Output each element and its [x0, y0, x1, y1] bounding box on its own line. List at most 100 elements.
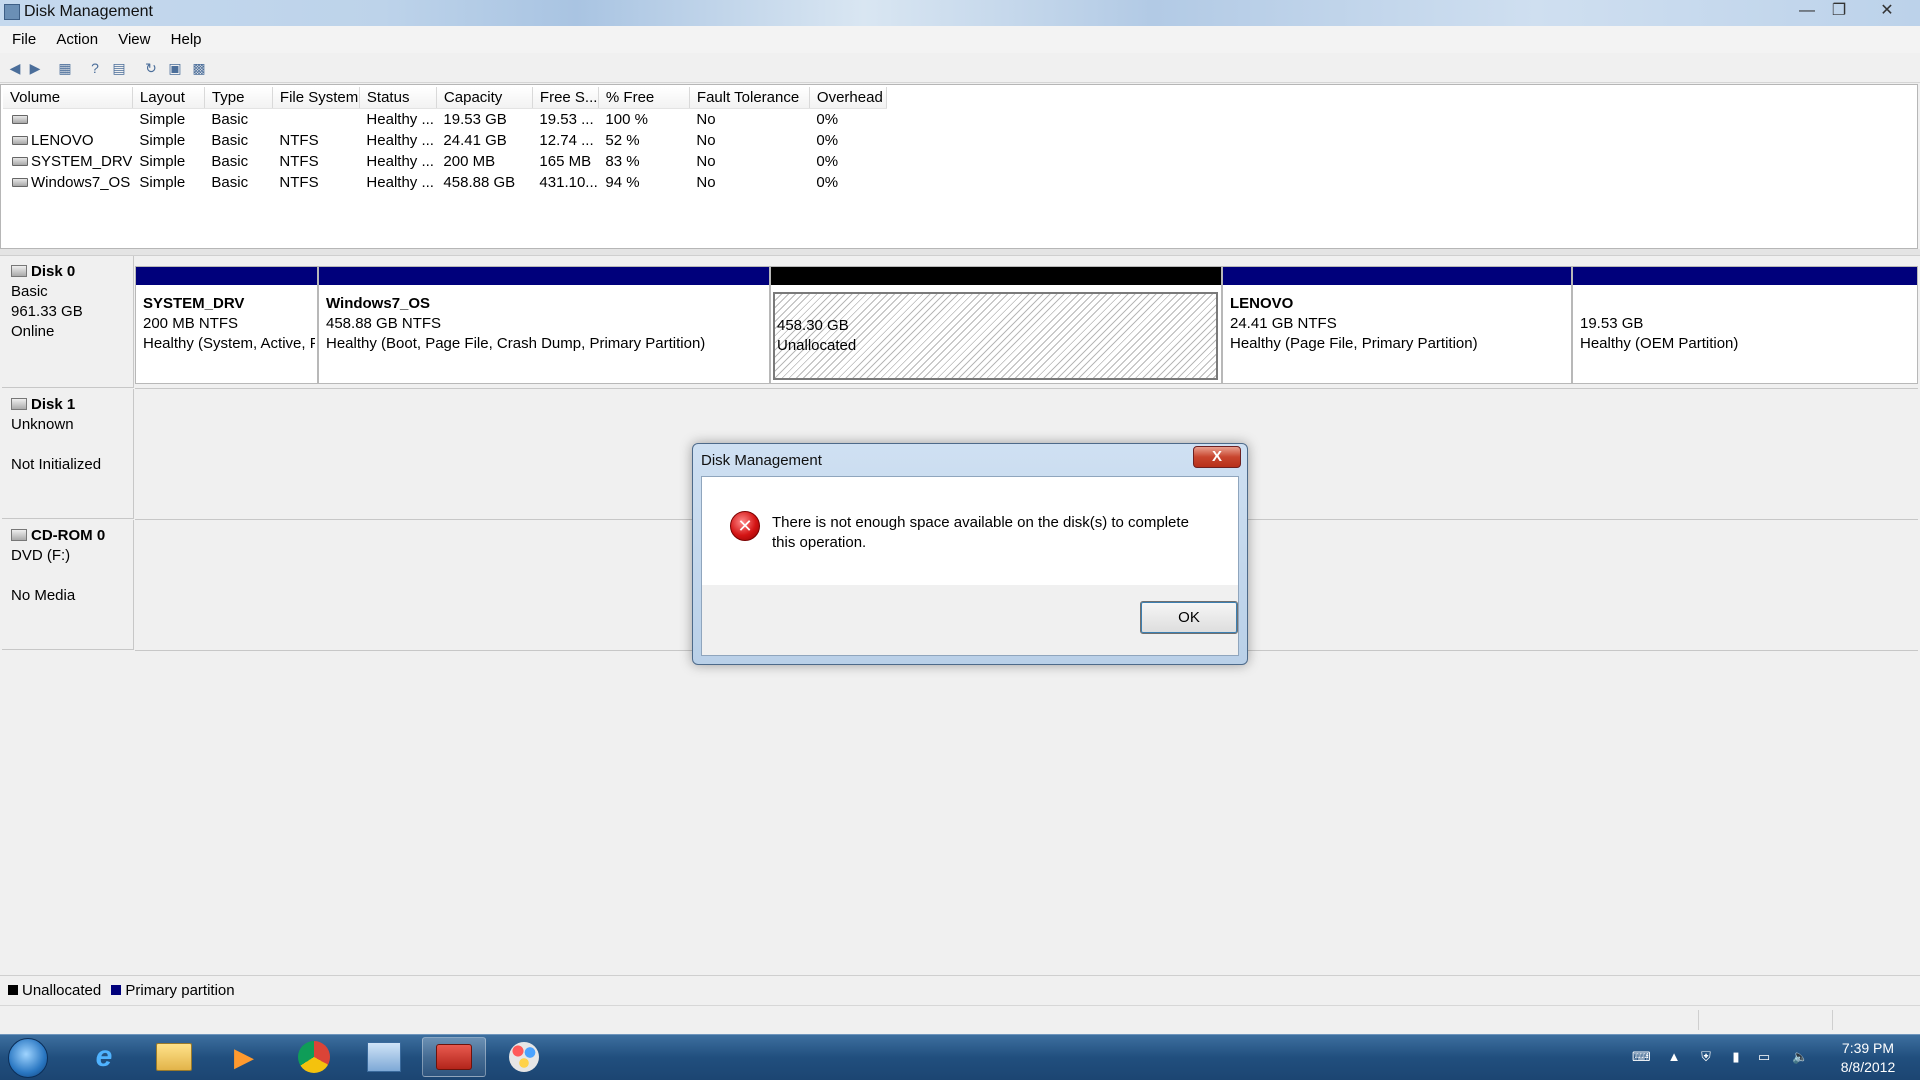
- taskbar-paint[interactable]: [492, 1037, 556, 1077]
- file-system-cell: NTFS: [279, 174, 319, 191]
- dialog-close-button[interactable]: X: [1193, 446, 1241, 468]
- col-fault-tolerance[interactable]: Fault Tolerance: [689, 87, 810, 109]
- col-file-system[interactable]: File System: [272, 87, 360, 109]
- partition-unallocated[interactable]: 458.30 GB Unallocated: [770, 266, 1222, 384]
- network-signal-icon[interactable]: [1762, 1049, 1778, 1065]
- capacity-cell: 19.53 GB: [443, 111, 507, 128]
- properties-icon[interactable]: ▤: [110, 59, 128, 77]
- help-icon[interactable]: ?: [86, 59, 104, 77]
- disk-name: CD-ROM 0: [31, 527, 106, 544]
- disk-0-label[interactable]: Disk 0 Basic 961.33 GB Online: [2, 256, 134, 388]
- disk-1-label[interactable]: Disk 1 Unknown Not Initialized: [2, 389, 134, 519]
- disk-type: Basic: [11, 283, 48, 300]
- taskbar-file-explorer[interactable]: [142, 1037, 206, 1077]
- taskbar-chrome[interactable]: [282, 1037, 346, 1077]
- rescan-disks-icon[interactable]: ▣: [166, 59, 184, 77]
- forward-arrow-icon[interactable]: ▶: [26, 59, 44, 77]
- volume-table: Volume Layout Type File System Status Ca…: [3, 87, 887, 193]
- settings-icon[interactable]: ▩: [190, 59, 208, 77]
- col-status[interactable]: Status: [359, 87, 437, 109]
- partition-system-drv[interactable]: SYSTEM_DRV 200 MB NTFS Healthy (System, …: [135, 266, 318, 384]
- dialog-title: Disk Management: [701, 452, 822, 469]
- table-row[interactable]: Windows7_OS Simple Basic NTFS Healthy ..…: [3, 172, 886, 193]
- power-plug-icon[interactable]: ▮: [1728, 1049, 1744, 1065]
- col-capacity[interactable]: Capacity: [436, 87, 533, 109]
- refresh-icon[interactable]: ↻: [142, 59, 160, 77]
- menu-view[interactable]: View: [110, 26, 158, 53]
- taskbar-internet-explorer[interactable]: e: [72, 1037, 136, 1077]
- drive-icon: [12, 136, 28, 145]
- volume-list[interactable]: Volume Layout Type File System Status Ca…: [0, 84, 1918, 249]
- dialog-message-area: ✕ There is not enough space available on…: [702, 477, 1238, 585]
- disk-type: Unknown: [11, 416, 74, 433]
- computer-management-icon: [367, 1042, 401, 1072]
- volume-name: SYSTEM_DRV: [31, 153, 133, 170]
- partition-status: Healthy (Page File, Primary Partition): [1230, 335, 1478, 352]
- capacity-cell: 200 MB: [443, 153, 496, 170]
- col-free-space[interactable]: Free S...: [532, 87, 599, 109]
- close-button[interactable]: ✕: [1870, 0, 1904, 22]
- menu-bar: File Action View Help: [0, 26, 1920, 53]
- type-cell: Basic: [211, 132, 249, 149]
- folder-icon: [156, 1043, 192, 1071]
- toolbar: ◀ ▶ ▦ ? ▤ ↻ ▣ ▩: [0, 53, 1920, 83]
- table-row[interactable]: LENOVO Simple Basic NTFS Healthy ... 24.…: [3, 130, 886, 151]
- legend: Unallocated Primary partition: [0, 975, 1920, 1006]
- table-row[interactable]: Simple Basic Healthy ... 19.53 GB 19.53 …: [3, 109, 886, 131]
- col-overhead[interactable]: Overhead: [809, 87, 887, 109]
- show-hidden-icons-icon[interactable]: ▲: [1666, 1049, 1682, 1065]
- legend-unallocated: Unallocated: [22, 982, 102, 999]
- taskbar-media-player[interactable]: ▶: [212, 1037, 276, 1077]
- pane-splitter[interactable]: [0, 249, 1920, 256]
- volume-speaker-icon[interactable]: 🔈: [1792, 1049, 1808, 1065]
- free-space-cell: 431.10...: [539, 174, 598, 191]
- fault-tolerance-cell: No: [696, 111, 716, 128]
- partition-name: [1580, 294, 1915, 314]
- disk-size: 961.33 GB: [11, 303, 83, 320]
- capacity-cell: 24.41 GB: [443, 132, 507, 149]
- percent-free-cell: 52 %: [605, 132, 640, 149]
- start-button[interactable]: [8, 1038, 48, 1078]
- menu-help[interactable]: Help: [163, 26, 210, 53]
- keyboard-tray-icon[interactable]: ⌨: [1632, 1049, 1651, 1065]
- clock[interactable]: 7:39 PM 8/8/2012: [1826, 1039, 1910, 1077]
- cdrom-0-label[interactable]: CD-ROM 0 DVD (F:) No Media: [2, 520, 134, 650]
- back-arrow-icon[interactable]: ◀: [6, 59, 24, 77]
- col-layout[interactable]: Layout: [132, 87, 205, 109]
- menu-action[interactable]: Action: [48, 26, 106, 53]
- ok-button[interactable]: OK: [1140, 601, 1238, 634]
- partition-lenovo[interactable]: LENOVO 24.41 GB NTFS Healthy (Page File,…: [1222, 266, 1572, 384]
- fault-tolerance-cell: No: [696, 132, 716, 149]
- col-type[interactable]: Type: [204, 87, 273, 109]
- status-cell: Healthy ...: [366, 111, 434, 128]
- disk-status: No Media: [11, 587, 76, 604]
- layout-cell: Simple: [139, 111, 186, 128]
- partition-status: Healthy (System, Active, Primary Partiti…: [143, 335, 315, 352]
- partition-status: Healthy (OEM Partition): [1580, 335, 1739, 352]
- media-player-icon: ▶: [234, 1041, 254, 1072]
- primary-partition-bar: [1223, 267, 1571, 285]
- menu-file[interactable]: File: [4, 26, 44, 53]
- taskbar-computer-management[interactable]: [352, 1037, 416, 1077]
- disk-name: Disk 0: [31, 263, 76, 280]
- col-percent-free[interactable]: % Free: [598, 87, 690, 109]
- title-bar[interactable]: Disk Management — ❐ ✕: [0, 0, 1920, 26]
- security-shield-icon[interactable]: ⛨: [1698, 1049, 1714, 1065]
- overhead-cell: 0%: [816, 174, 839, 191]
- show-hide-console-tree-icon[interactable]: ▦: [56, 59, 74, 77]
- partition-oem[interactable]: 19.53 GB Healthy (OEM Partition): [1572, 266, 1918, 384]
- minimize-button[interactable]: —: [1790, 0, 1824, 22]
- status-cell: Healthy ...: [366, 174, 434, 191]
- partition-windows7-os[interactable]: Windows7_OS 458.88 GB NTFS Healthy (Boot…: [318, 266, 770, 384]
- percent-free-cell: 83 %: [605, 153, 640, 170]
- volume-name: LENOVO: [31, 132, 94, 149]
- file-system-cell: NTFS: [279, 153, 319, 170]
- error-icon: ✕: [730, 511, 760, 541]
- maximize-button[interactable]: ❐: [1822, 0, 1856, 22]
- partition-name: [777, 296, 1216, 316]
- table-row[interactable]: SYSTEM_DRV Simple Basic NTFS Healthy ...…: [3, 151, 886, 172]
- col-volume[interactable]: Volume: [3, 87, 133, 109]
- primary-partition-swatch: [111, 985, 122, 995]
- drive-icon: [12, 115, 28, 124]
- taskbar-toolbox-app[interactable]: [422, 1037, 486, 1077]
